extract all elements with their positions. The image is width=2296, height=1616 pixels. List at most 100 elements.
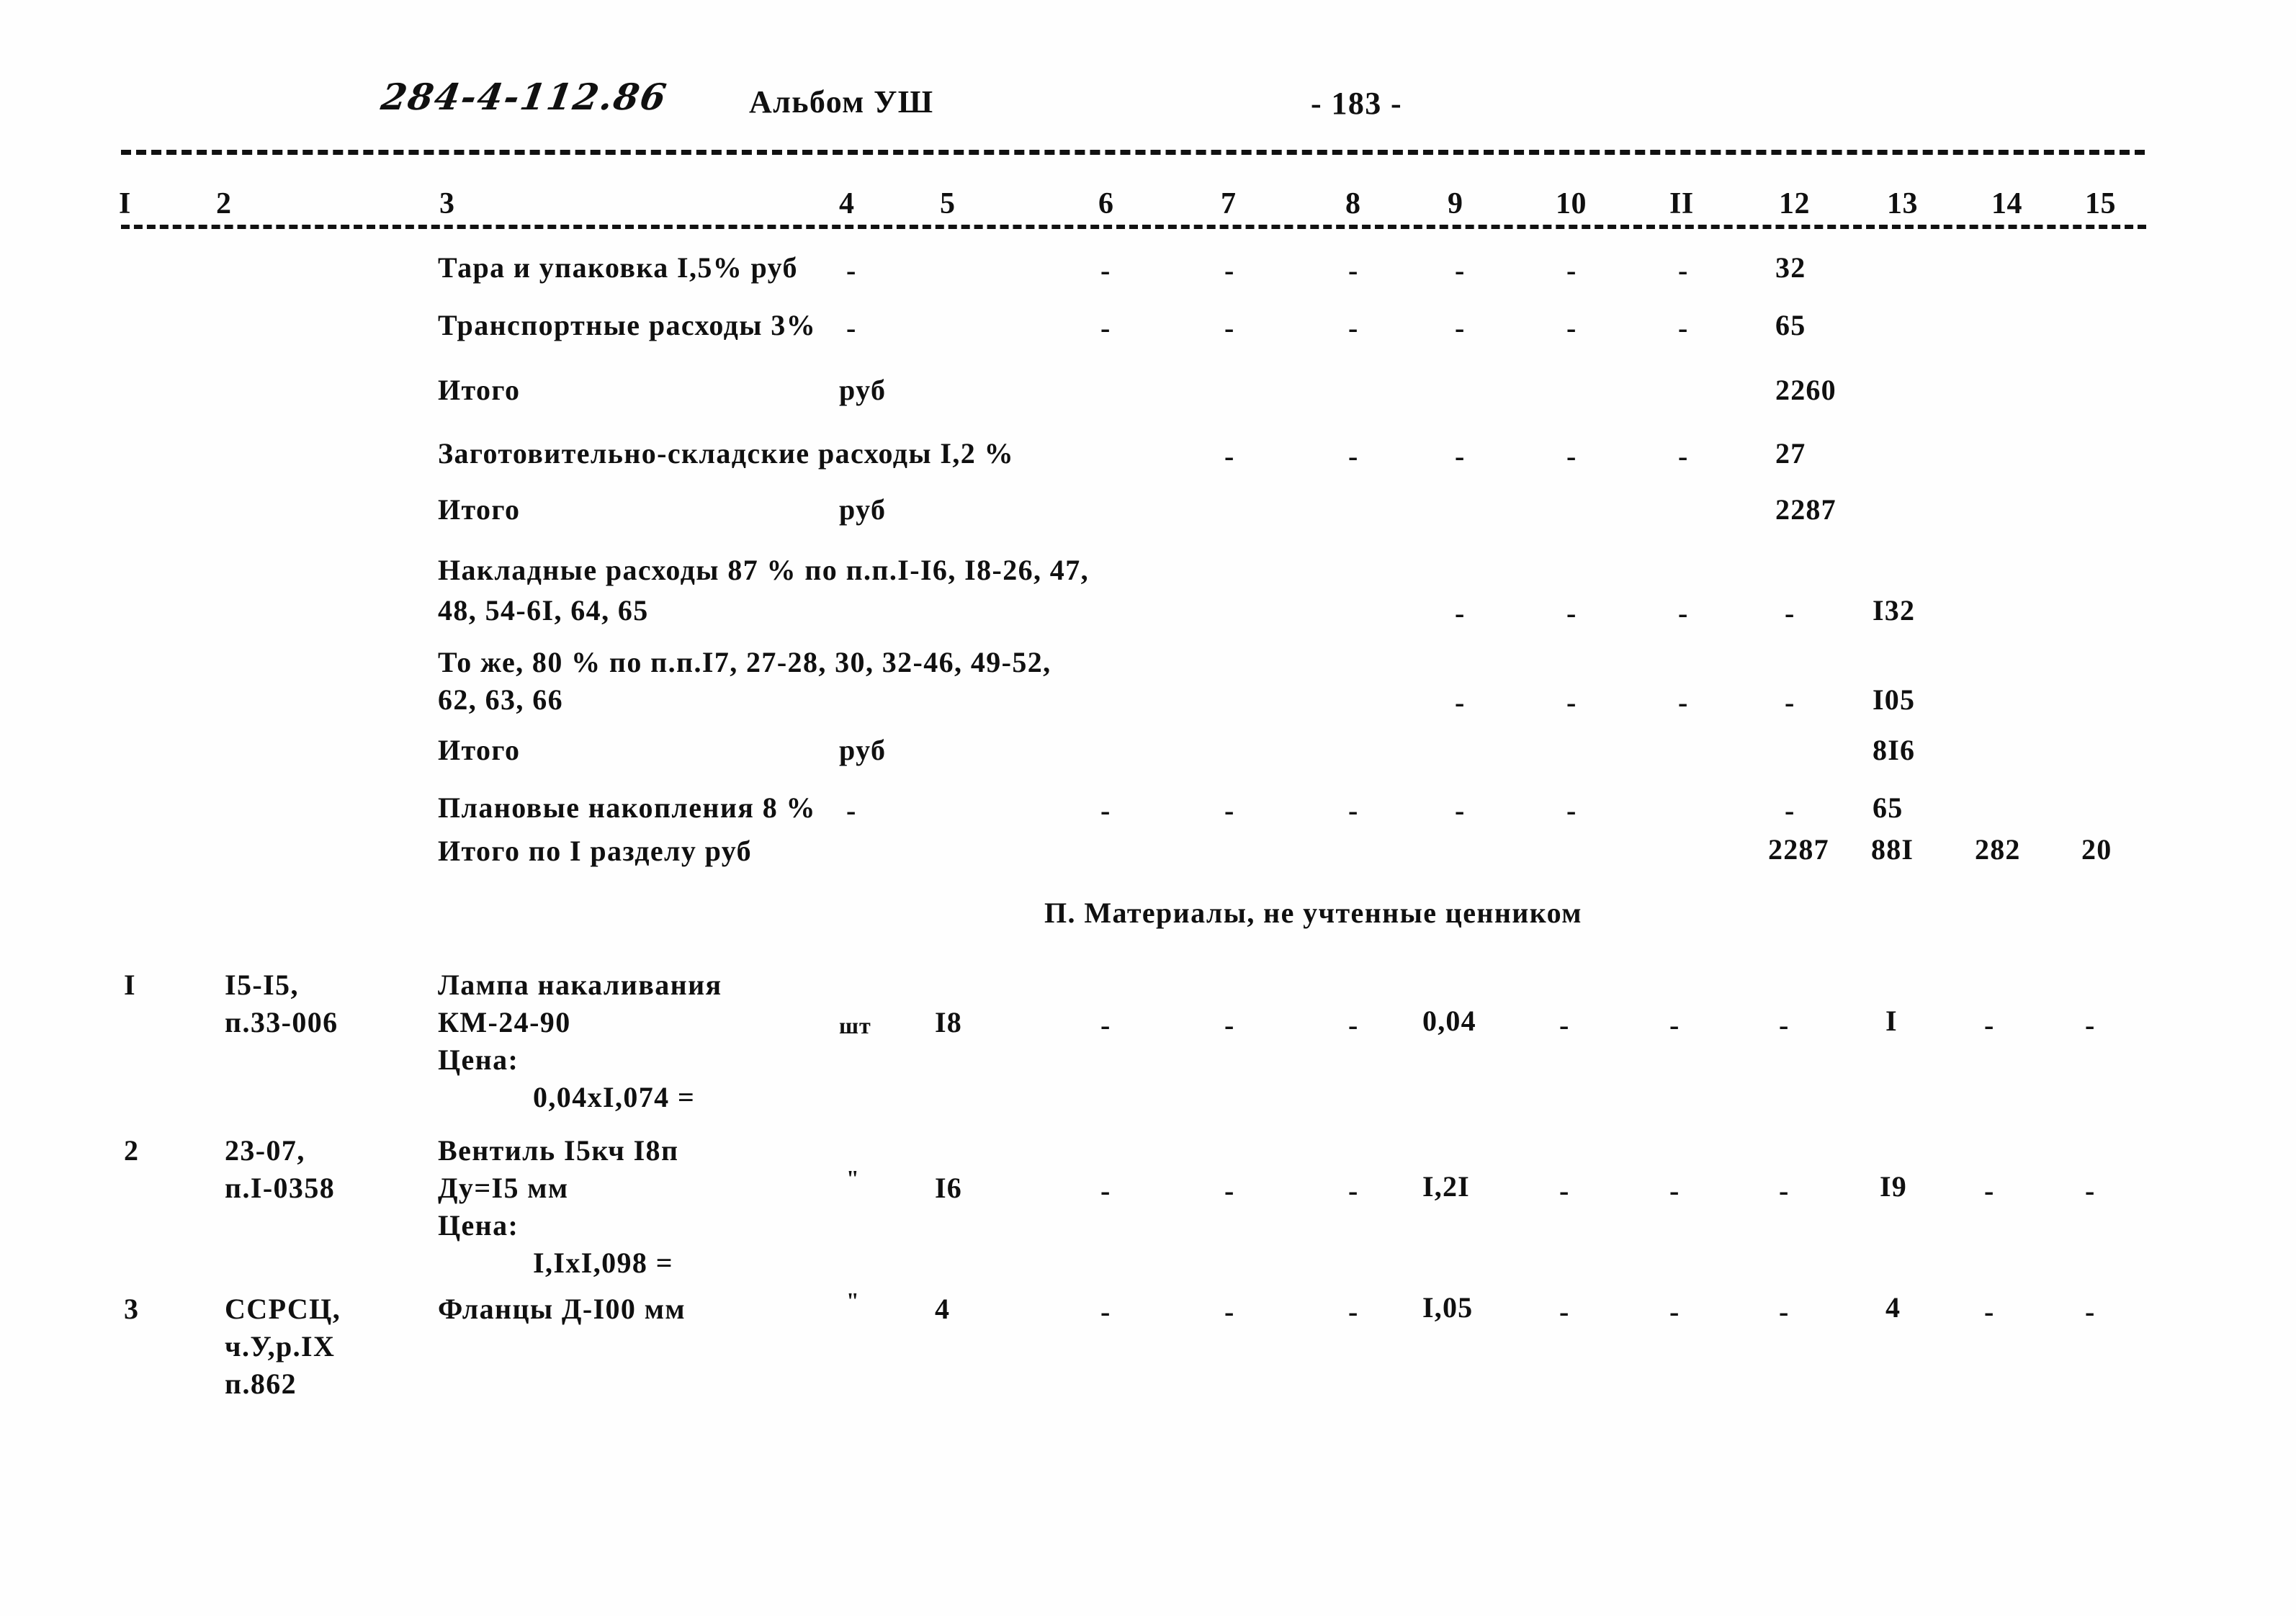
cell-value-col9: 0,04 <box>1422 1005 1476 1037</box>
cell-dash: - <box>1559 1009 1569 1041</box>
summary-row-unit: руб <box>839 493 887 526</box>
column-header-5: 5 <box>940 187 956 220</box>
summary-row-label: Итого <box>438 493 521 526</box>
cell-dash: - <box>1566 440 1577 472</box>
row-name-line1: Вентиль I5кч I8п <box>438 1134 679 1167</box>
row-price-label: Цена: <box>438 1043 519 1076</box>
cell-dash: - <box>1455 794 1465 827</box>
cell-dash: - <box>1785 597 1795 629</box>
cell-value-col13: I05 <box>1873 683 1916 716</box>
cell-dash: - <box>1984 1009 1994 1041</box>
row-name-line1: Фланцы Д-I00 мм <box>438 1293 686 1325</box>
column-header-4: 4 <box>839 187 855 220</box>
cell-dash: - <box>1100 312 1111 344</box>
cell-dash: - <box>846 312 856 344</box>
cell-value-col14: 282 <box>1975 833 2021 866</box>
cell-value-col12: 65 <box>1775 309 1806 341</box>
cell-dash: - <box>1779 1009 1789 1041</box>
column-header-6: 6 <box>1098 187 1114 220</box>
column-header-15: 15 <box>2085 187 2116 220</box>
cell-dash: - <box>1455 254 1465 287</box>
row-name-line1: Лампа накаливания <box>438 969 722 1001</box>
column-header-12: 12 <box>1779 187 1810 220</box>
column-header-9: 9 <box>1448 187 1463 220</box>
cell-value-col13: I9 <box>1880 1170 1907 1203</box>
row-price-calc: I,IхI,098 = <box>533 1247 673 1279</box>
cell-value-col12: 32 <box>1775 251 1806 284</box>
cell-dash: - <box>1348 794 1358 827</box>
row-code-line2: ч.У,р.IX <box>225 1330 336 1363</box>
column-header-divider <box>121 225 2146 229</box>
cell-dash: - <box>1566 794 1577 827</box>
row-name-line2: КМ-24-90 <box>438 1006 571 1038</box>
cell-value-col12: 27 <box>1775 437 1806 470</box>
cell-dash: - <box>1100 1296 1111 1328</box>
cell-dash: - <box>1566 686 1577 719</box>
cell-dash: - <box>846 794 856 827</box>
column-header-13: 13 <box>1887 187 1918 220</box>
row-number: I <box>124 969 136 1001</box>
cell-dash: - <box>1678 312 1688 344</box>
cell-dash: - <box>1455 597 1465 629</box>
row-code-line2: п.I-0358 <box>225 1172 336 1204</box>
cell-value-col12: 2287 <box>1768 833 1829 866</box>
summary-row-label: Тара и упаковка I,5% руб <box>438 251 798 284</box>
cell-dash: - <box>1224 440 1234 472</box>
cell-dash: - <box>1224 1009 1234 1041</box>
summary-row-unit: руб <box>839 374 887 406</box>
cell-dash: - <box>1224 254 1234 287</box>
column-header-1: I <box>119 187 131 220</box>
cell-dash: - <box>1348 1009 1358 1041</box>
cell-dash: - <box>1669 1296 1680 1328</box>
cell-dash: - <box>1348 312 1358 344</box>
page-number: - 183 - <box>1311 86 1403 121</box>
cell-value-col9: I,2I <box>1422 1170 1470 1203</box>
cell-dash: - <box>1566 597 1577 629</box>
row-name-line2: Ду=I5 мм <box>438 1172 569 1204</box>
row-code-line1: ССРСЦ, <box>225 1293 341 1325</box>
cell-value-col13: 4 <box>1885 1291 1901 1324</box>
cell-dash: - <box>1678 597 1688 629</box>
row-price-calc: 0,04хI,074 = <box>533 1081 696 1113</box>
column-header-14: 14 <box>1991 187 2022 220</box>
cell-value-col12: 2260 <box>1775 374 1837 406</box>
cell-dash: - <box>1455 686 1465 719</box>
summary-row-label: Итого <box>438 734 521 766</box>
row-code-line2: п.33-006 <box>225 1006 338 1038</box>
cell-dash: - <box>1224 1296 1234 1328</box>
summary-row-label: Заготовительно-складские расходы I,2 % <box>438 437 1014 470</box>
cell-value-col13: 65 <box>1873 791 1903 824</box>
row-unit: " <box>846 1165 860 1191</box>
column-header-3: 3 <box>439 187 455 220</box>
summary-row-label: Транспортные расходы 3% <box>438 309 817 341</box>
summary-row-label-line2: 62, 63, 66 <box>438 683 563 716</box>
cell-dash: - <box>1348 440 1358 472</box>
column-header-11: II <box>1669 187 1694 220</box>
column-header-8: 8 <box>1345 187 1361 220</box>
cell-dash: - <box>1984 1175 1994 1207</box>
cell-dash: - <box>1566 254 1577 287</box>
cell-dash: - <box>1100 794 1111 827</box>
cell-value-col9: I,05 <box>1422 1291 1474 1324</box>
cell-dash: - <box>1669 1009 1680 1041</box>
cell-dash: - <box>1100 1009 1111 1041</box>
cell-dash: - <box>1455 312 1465 344</box>
cell-dash: - <box>1785 794 1795 827</box>
cell-dash: - <box>1348 254 1358 287</box>
cell-value-col13: I32 <box>1873 594 1916 627</box>
top-divider <box>121 150 2145 155</box>
row-code-line1: I5-I5, <box>225 969 299 1001</box>
cell-dash: - <box>1678 254 1688 287</box>
row-number: 3 <box>124 1293 140 1325</box>
cell-dash: - <box>846 254 856 287</box>
cell-dash: - <box>1455 440 1465 472</box>
cell-dash: - <box>1224 312 1234 344</box>
album-label: Альбом УШ <box>749 84 934 120</box>
cell-value-col13: 8I6 <box>1873 734 1916 766</box>
cell-dash: - <box>1779 1296 1789 1328</box>
cell-dash: - <box>1224 1175 1234 1207</box>
summary-row-label: Итого по I разделу руб <box>438 835 753 867</box>
row-unit: шт <box>839 1013 871 1038</box>
row-price-label: Цена: <box>438 1209 519 1242</box>
cell-dash: - <box>1779 1175 1789 1207</box>
